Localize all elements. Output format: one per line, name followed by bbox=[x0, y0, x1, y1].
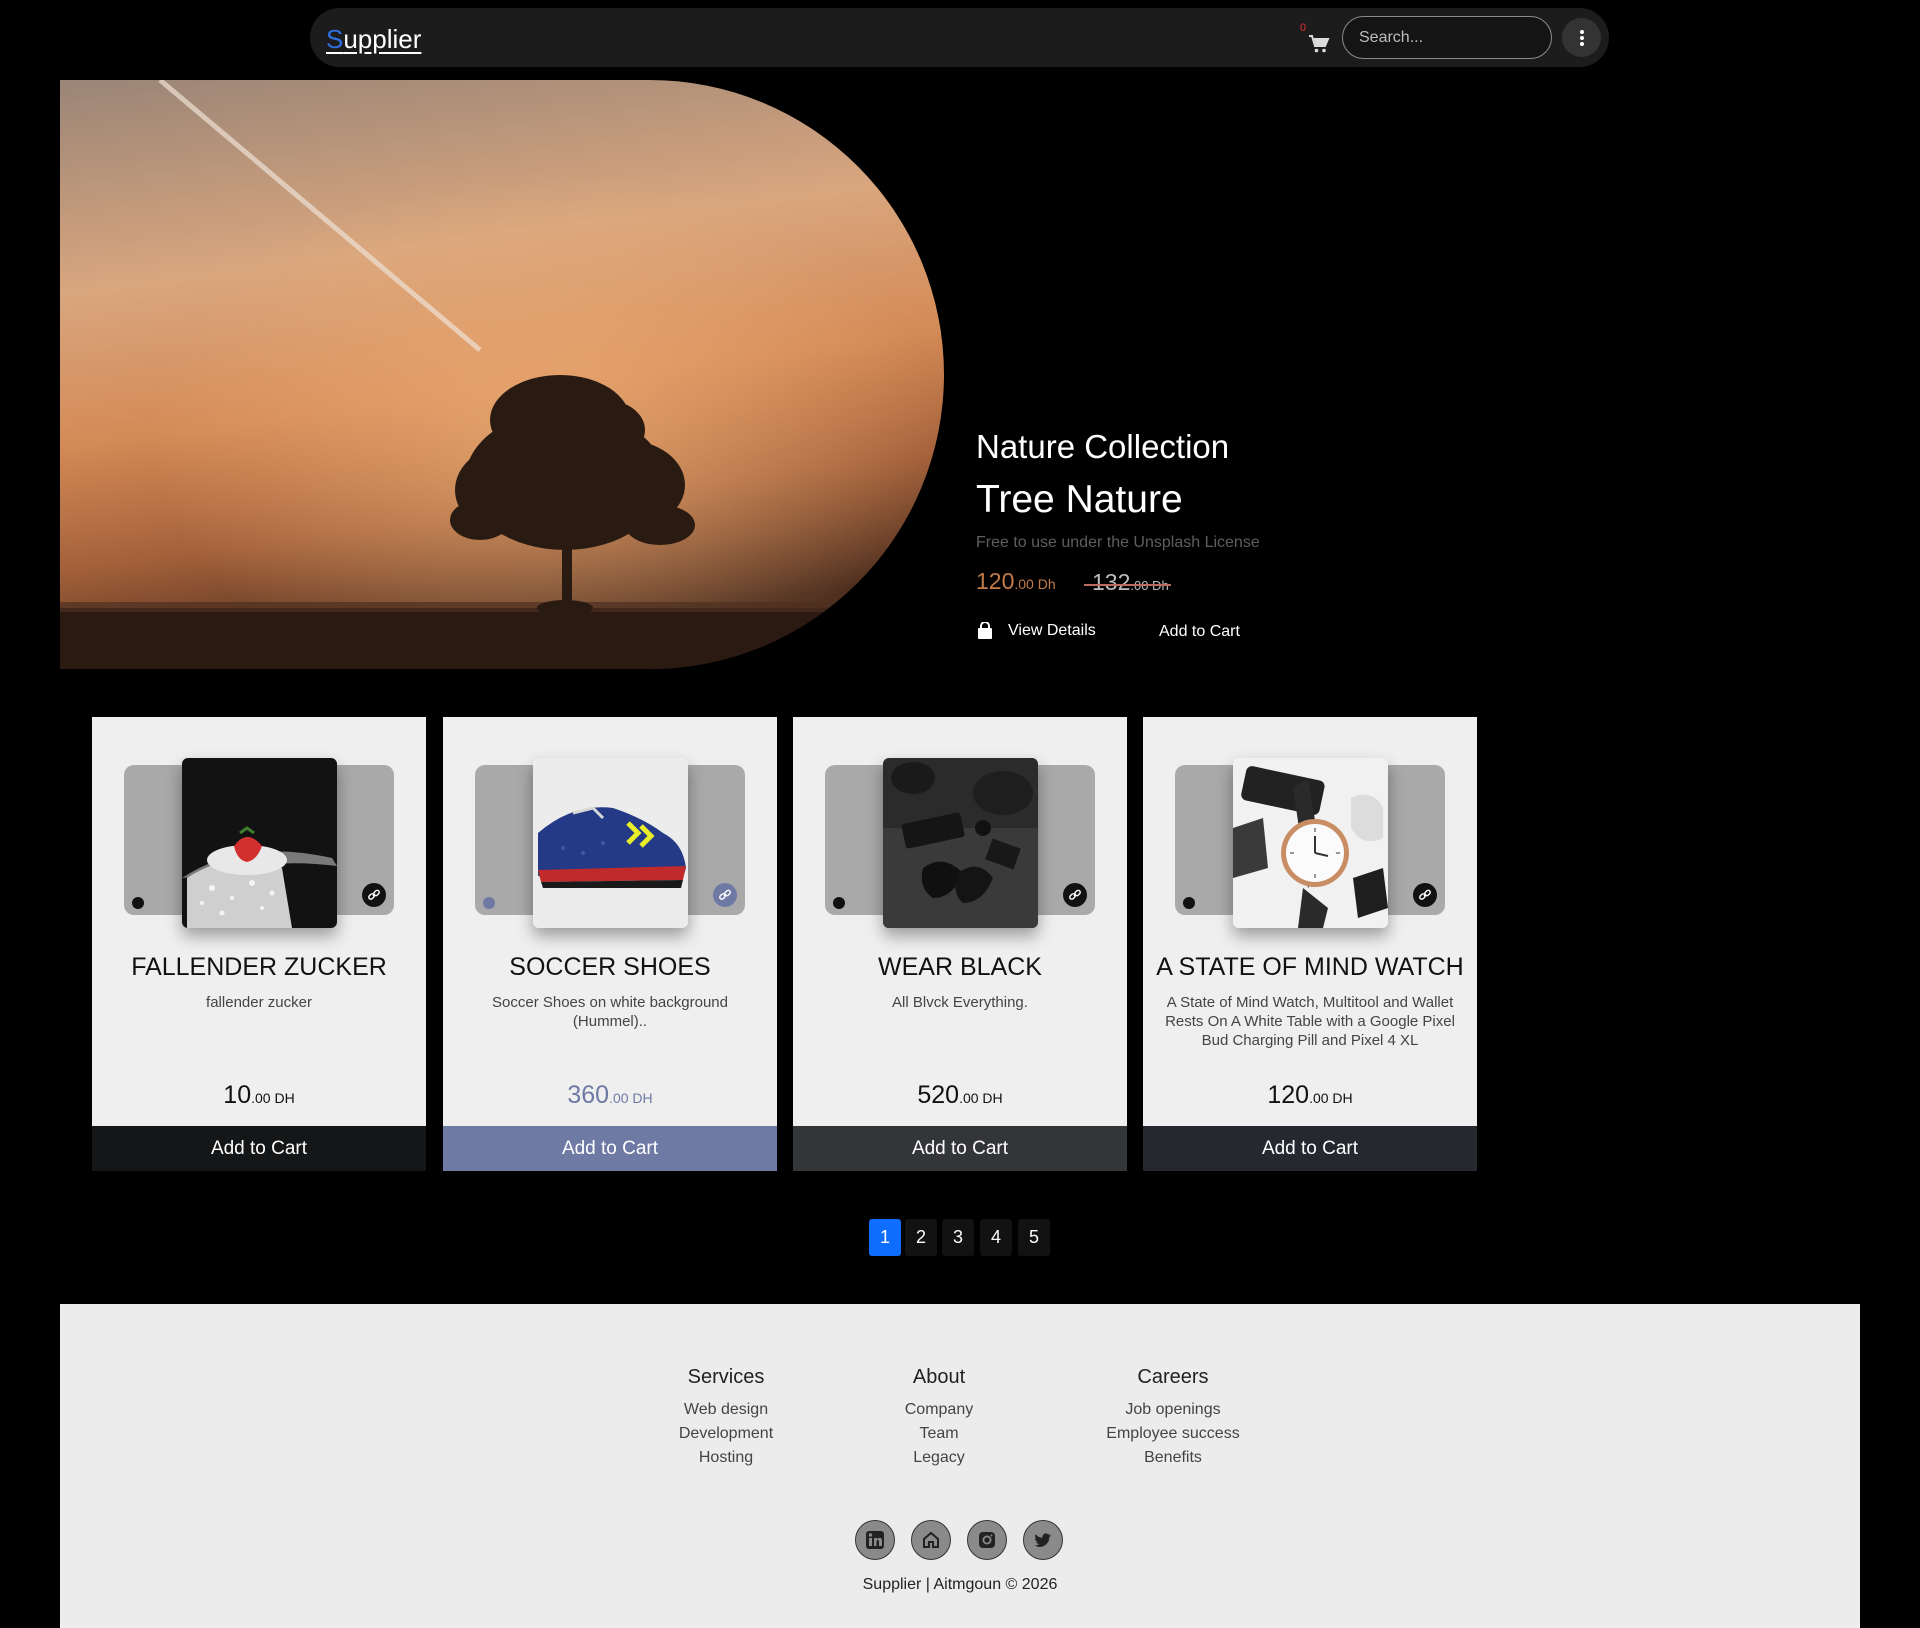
more-menu-button[interactable] bbox=[1562, 18, 1601, 57]
product-card: A STATE OF MIND WATCH A State of Mind Wa… bbox=[1143, 717, 1477, 1171]
product-name: WEAR BLACK bbox=[878, 953, 1042, 981]
product-name: A STATE OF MIND WATCH bbox=[1156, 953, 1464, 981]
shopping-bag-icon bbox=[978, 622, 992, 639]
page-button-2[interactable]: 2 bbox=[905, 1219, 937, 1256]
footer-heading: About bbox=[912, 1366, 966, 1388]
indicator-dot bbox=[483, 897, 495, 909]
strikethrough-line bbox=[1084, 584, 1171, 586]
footer: Services Web design Development Hosting … bbox=[60, 1304, 1860, 1628]
footer-about-column: About Company Team Legacy bbox=[829, 1366, 1049, 1470]
product-price-int: 520 bbox=[917, 1081, 960, 1109]
product-price-dec: .00 DH bbox=[1309, 1090, 1353, 1106]
cart-count-badge: 0 bbox=[1300, 22, 1307, 34]
footer-heading: Services bbox=[687, 1366, 765, 1388]
product-link-button[interactable] bbox=[1063, 883, 1087, 907]
hero-price: 120.00 Dh bbox=[976, 568, 1056, 595]
footer-link-job-openings[interactable]: Job openings bbox=[1063, 1398, 1283, 1422]
product-description: A State of Mind Watch, Multitool and Wal… bbox=[1165, 994, 1455, 1049]
page-button-1[interactable]: 1 bbox=[869, 1219, 901, 1256]
hero-title: Tree Nature bbox=[976, 478, 1183, 521]
hero-price-int: 120 bbox=[976, 568, 1015, 594]
add-to-cart-button[interactable]: Add to Cart bbox=[443, 1126, 777, 1171]
kebab-menu-icon bbox=[1579, 29, 1584, 46]
product-price: 120.00 DH bbox=[1143, 1081, 1477, 1110]
indicator-dot bbox=[833, 897, 845, 909]
product-price-int: 120 bbox=[1267, 1081, 1310, 1109]
hero-license: Free to use under the Unsplash License bbox=[976, 534, 1260, 551]
product-name: FALLENDER ZUCKER bbox=[131, 953, 387, 981]
product-image[interactable] bbox=[883, 758, 1038, 928]
brand-logo[interactable]: Supplier bbox=[326, 24, 421, 55]
view-details-button[interactable]: View Details bbox=[976, 622, 1096, 640]
page-button-5[interactable]: 5 bbox=[1018, 1219, 1050, 1256]
indicator-dot bbox=[132, 897, 144, 909]
product-name: SOCCER SHOES bbox=[509, 953, 711, 981]
brand-first-letter: S bbox=[326, 24, 344, 54]
page-button-3[interactable]: 3 bbox=[942, 1219, 974, 1256]
footer-link-employee-success[interactable]: Employee success bbox=[1063, 1422, 1283, 1446]
product-card: SOCCER SHOES Soccer Shoes on white backg… bbox=[443, 717, 777, 1171]
navbar: Supplier 0 bbox=[310, 8, 1609, 67]
hero-old-price-int: 132 bbox=[1092, 569, 1131, 595]
page-button-4[interactable]: 4 bbox=[980, 1219, 1012, 1256]
instagram-icon bbox=[979, 1532, 995, 1548]
search-input[interactable] bbox=[1342, 16, 1552, 59]
footer-careers-column: Careers Job openings Employee success Be… bbox=[1063, 1366, 1283, 1470]
indicator-dot bbox=[1183, 897, 1195, 909]
cart-button[interactable]: 0 bbox=[1300, 20, 1330, 54]
product-price-int: 360 bbox=[567, 1081, 610, 1109]
hero-price-dec: .00 Dh bbox=[1014, 576, 1056, 592]
footer-link-legacy[interactable]: Legacy bbox=[829, 1446, 1049, 1470]
product-price-int: 10 bbox=[223, 1081, 252, 1109]
product-image[interactable] bbox=[1233, 758, 1388, 928]
product-image[interactable] bbox=[182, 758, 337, 928]
hero-image bbox=[60, 80, 944, 669]
add-to-cart-button[interactable]: Add to Cart bbox=[793, 1126, 1127, 1171]
footer-link-company[interactable]: Company bbox=[829, 1398, 1049, 1422]
product-card: FALLENDER ZUCKER fallender zucker 10.00 … bbox=[92, 717, 426, 1171]
product-link-button[interactable] bbox=[713, 883, 737, 907]
product-price-dec: .00 DH bbox=[609, 1090, 653, 1106]
add-to-cart-button[interactable]: Add to Cart bbox=[1143, 1126, 1477, 1171]
footer-link-web-design[interactable]: Web design bbox=[616, 1398, 836, 1422]
twitter-link[interactable] bbox=[1023, 1520, 1063, 1560]
add-to-cart-button[interactable]: Add to Cart bbox=[92, 1126, 426, 1171]
footer-link-hosting[interactable]: Hosting bbox=[616, 1446, 836, 1470]
product-price-dec: .00 DH bbox=[959, 1090, 1003, 1106]
product-description: All Blvck Everything. bbox=[892, 994, 1028, 1011]
hero-old-price: 132.00 Dh bbox=[1084, 569, 1171, 596]
footer-link-development[interactable]: Development bbox=[616, 1422, 836, 1446]
product-price: 10.00 DH bbox=[92, 1081, 426, 1110]
footer-link-team[interactable]: Team bbox=[829, 1422, 1049, 1446]
product-card: WEAR BLACK All Blvck Everything. 520.00 … bbox=[793, 717, 1127, 1171]
twitter-icon bbox=[1034, 1533, 1051, 1547]
product-description: Soccer Shoes on white background (Hummel… bbox=[492, 994, 728, 1030]
link-icon bbox=[1069, 889, 1081, 900]
product-link-button[interactable] bbox=[1413, 883, 1437, 907]
home-icon bbox=[923, 1531, 939, 1548]
home-link[interactable] bbox=[911, 1520, 951, 1560]
footer-heading: Careers bbox=[1137, 1366, 1209, 1388]
product-price: 520.00 DH bbox=[793, 1081, 1127, 1110]
brand-rest: upplier bbox=[343, 24, 422, 54]
social-links bbox=[855, 1520, 1063, 1560]
hero-add-to-cart-button[interactable]: Add to Cart bbox=[1159, 623, 1240, 641]
link-icon bbox=[1419, 889, 1431, 900]
product-price-dec: .00 DH bbox=[251, 1090, 295, 1106]
linkedin-link[interactable] bbox=[855, 1520, 895, 1560]
hero-collection: Nature Collection bbox=[976, 428, 1230, 465]
view-details-label: View Details bbox=[1008, 622, 1096, 639]
copyright-text: Supplier | Aitmgoun © 2026 bbox=[862, 1576, 1058, 1593]
instagram-link[interactable] bbox=[967, 1520, 1007, 1560]
footer-link-benefits[interactable]: Benefits bbox=[1063, 1446, 1283, 1470]
product-description: fallender zucker bbox=[206, 994, 312, 1011]
linkedin-icon bbox=[866, 1531, 884, 1549]
footer-services-column: Services Web design Development Hosting bbox=[616, 1366, 836, 1470]
product-price: 360.00 DH bbox=[443, 1081, 777, 1110]
link-icon bbox=[368, 889, 380, 900]
product-image[interactable] bbox=[533, 758, 688, 928]
product-link-button[interactable] bbox=[362, 883, 386, 907]
link-icon bbox=[719, 889, 731, 900]
cart-icon bbox=[1309, 35, 1330, 53]
